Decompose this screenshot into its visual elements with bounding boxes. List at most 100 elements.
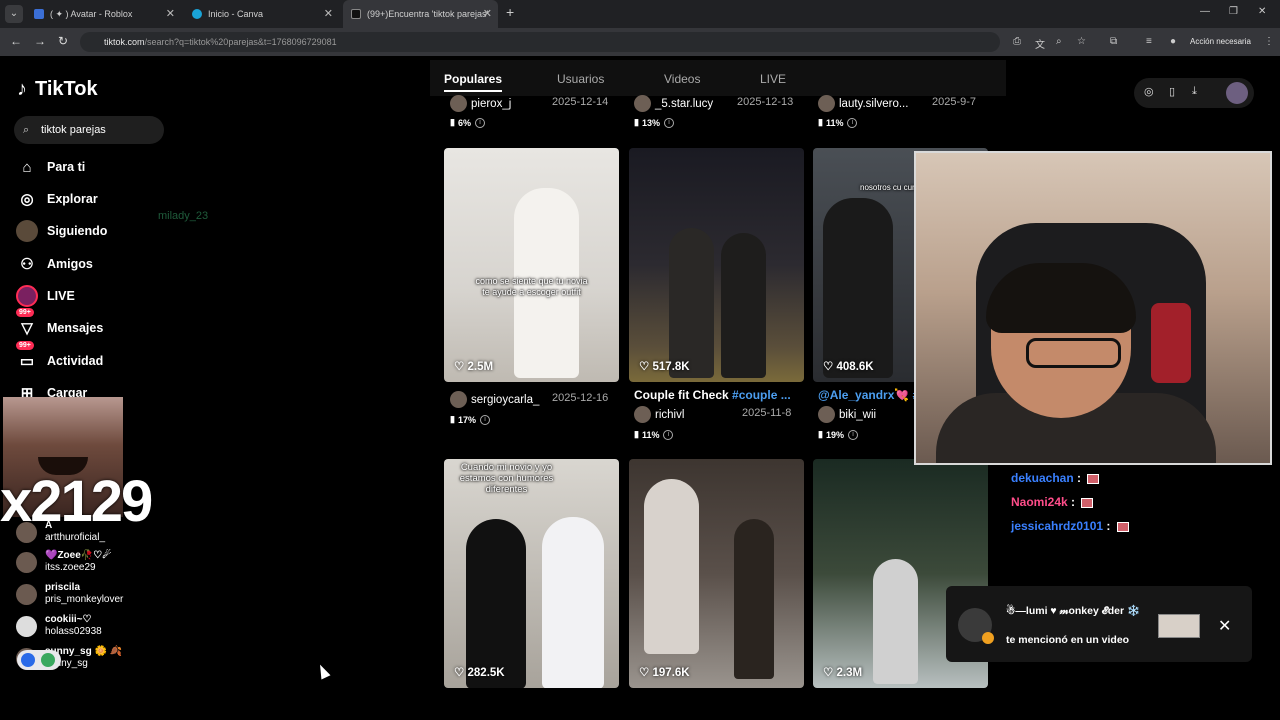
nav-actividad[interactable]: ▭ 99+ Actividad	[16, 341, 104, 374]
account-name: cookiii~♡	[45, 614, 92, 625]
account-item[interactable]: cookiii~♡ holass02938	[16, 614, 102, 638]
stats-bars-icon: ▮	[818, 429, 823, 439]
media-icon[interactable]: ≡	[1146, 36, 1152, 47]
mouse-cursor-icon	[315, 662, 331, 680]
video-caption: Cuando mi novio y yo estamos con humores…	[459, 462, 554, 495]
account-item[interactable]: priscila pris_monkeylover	[16, 582, 123, 606]
browser-tab-tiktok[interactable]: (99+)Encuentra 'tiktok parejas' ✕	[343, 0, 498, 28]
video-date: 2025-12-13	[737, 96, 794, 108]
bookmark-star-icon[interactable]: ☆	[1077, 36, 1086, 47]
avatar	[16, 583, 37, 605]
info-icon[interactable]: i	[847, 117, 858, 128]
tiktok-logo[interactable]: ♪ TikTok	[17, 78, 98, 101]
account-name: priscila	[45, 582, 81, 593]
video-card[interactable]: ♡ 197.6K	[629, 459, 804, 688]
browser-tab-bar: ⌄ ( ✦ ) Avatar - Roblox ✕ Inicio - Canva…	[0, 0, 1280, 28]
result-tabs: Populares Usuarios Videos LIVE	[430, 60, 1006, 96]
nav-live[interactable]: LIVE	[16, 283, 75, 309]
video-author[interactable]: lauty.silvero...	[818, 95, 908, 112]
maximize-icon[interactable]: ❐	[1229, 6, 1238, 17]
info-icon[interactable]: i	[474, 117, 485, 128]
floating-widget[interactable]	[17, 650, 61, 670]
engagement-stat: ▮ 11% i	[818, 117, 858, 128]
new-tab-icon[interactable]: +	[506, 4, 514, 20]
engagement-stat: ▮ 11% i	[634, 429, 674, 440]
compass-icon[interactable]: ◎	[1144, 85, 1154, 98]
info-icon[interactable]: i	[479, 414, 490, 425]
tab-populares[interactable]: Populares	[444, 72, 503, 92]
video-author[interactable]: biki_wii	[818, 406, 876, 423]
close-icon[interactable]: ✕	[1218, 616, 1231, 636]
extensions-icon[interactable]: ⧉	[1110, 36, 1117, 47]
nav-mensajes[interactable]: ▽ 99+ Mensajes	[16, 308, 103, 341]
tab-live[interactable]: LIVE	[760, 72, 786, 86]
tab-videos[interactable]: Videos	[664, 72, 700, 86]
translate-icon[interactable]: 文	[1035, 36, 1045, 51]
profile-icon[interactable]: ●	[1170, 36, 1176, 47]
reload-icon[interactable]: ↻	[58, 34, 68, 48]
canva-favicon-icon	[192, 9, 202, 19]
video-card[interactable]: como se siente que tu novia te ayude a e…	[444, 148, 619, 382]
video-author[interactable]: pierox_j	[450, 95, 511, 112]
back-icon[interactable]: ←	[10, 34, 22, 48]
user-avatar[interactable]	[1226, 82, 1248, 104]
likes-count: ♡ 282.5K	[454, 667, 505, 679]
browser-tab-canva[interactable]: Inicio - Canva ✕	[184, 0, 339, 28]
tab-usuarios[interactable]: Usuarios	[557, 72, 604, 86]
minimize-icon[interactable]: —	[1200, 6, 1210, 17]
video-date: 2025-11-8	[742, 407, 792, 419]
nav-para-ti[interactable]: ⌂ Para ti	[16, 154, 85, 180]
close-window-icon[interactable]: ✕	[1258, 6, 1266, 17]
video-title[interactable]: @Ale_yandrx💘 #	[818, 388, 919, 402]
video-card[interactable]: Cuando mi novio y yo estamos con humores…	[444, 459, 619, 688]
pct-value: 19%	[825, 429, 844, 440]
url-field[interactable]: tiktok.com/search?q=tiktok%20parejas&t=1…	[80, 32, 1000, 52]
chat-user: Naomi24k	[1011, 495, 1068, 509]
account-item[interactable]: Aartthuroficial_	[16, 520, 105, 544]
action-needed-button[interactable]: Acción necesaria	[1190, 34, 1251, 50]
hashtag[interactable]: #couple ...	[732, 388, 791, 402]
tab-close-icon[interactable]: ✕	[483, 0, 492, 28]
engagement-stat: ▮ 17% i	[450, 414, 490, 425]
video-card[interactable]: ♡ 517.8K	[629, 148, 804, 382]
tab-title: ( ✦ ) Avatar - Roblox	[50, 9, 133, 19]
menu-icon[interactable]: ⋮	[1264, 36, 1274, 47]
nav-explorar[interactable]: ◎ Explorar	[16, 186, 98, 212]
nav-label: Explorar	[47, 192, 98, 206]
video-author[interactable]: richivl	[634, 406, 684, 423]
account-item[interactable]: 💜Zoee🥀♡☄ itss.zoee29	[16, 550, 111, 574]
install-icon[interactable]: ⎙	[1013, 36, 1021, 47]
download-icon[interactable]: ⤓	[1192, 85, 1197, 98]
friends-icon: ⚇	[20, 256, 34, 273]
nav-amigos[interactable]: ⚇ Amigos	[16, 251, 93, 277]
browser-tab-roblox[interactable]: ( ✦ ) Avatar - Roblox ✕	[26, 0, 181, 28]
tab-search-button[interactable]: ⌄	[5, 5, 23, 23]
video-author[interactable]: sergioycarla_	[450, 391, 539, 408]
avatar	[16, 615, 37, 637]
zoom-icon[interactable]: ⌕	[1056, 36, 1062, 47]
video-author[interactable]: _5.star.lucy	[634, 95, 713, 112]
messages-badge: 99+	[16, 308, 34, 317]
nav-label: Actividad	[47, 354, 104, 368]
info-icon[interactable]: i	[663, 117, 674, 128]
info-icon[interactable]: i	[663, 429, 674, 440]
search-input[interactable]: ⌕ tiktok parejas	[14, 116, 164, 144]
tab-close-icon[interactable]: ✕	[166, 0, 175, 28]
avatar	[16, 521, 37, 543]
device-icon[interactable]: ▯	[1169, 85, 1175, 98]
mention-notification[interactable]: ☃︎—lumi ♥ 𝓂onkey 𝓔der ❄️ te mencionó en …	[946, 586, 1252, 662]
following-avatar-icon	[16, 220, 38, 242]
pct-value: 11%	[825, 117, 844, 128]
stats-bars-icon: ▮	[450, 414, 455, 424]
video-title[interactable]: Couple fit Check #couple ...	[634, 388, 791, 402]
avatar	[818, 406, 835, 423]
nav-label: Siguiendo	[47, 224, 108, 238]
nav-siguiendo[interactable]: Siguiendo	[16, 218, 107, 244]
person-figure	[873, 559, 918, 684]
forward-icon[interactable]: →	[34, 34, 46, 48]
author-name: richivl	[655, 408, 685, 421]
stats-bars-icon: ▮	[634, 429, 639, 439]
tab-close-icon[interactable]: ✕	[324, 0, 333, 28]
nav-label: Para ti	[47, 160, 86, 174]
info-icon[interactable]: i	[847, 429, 858, 440]
